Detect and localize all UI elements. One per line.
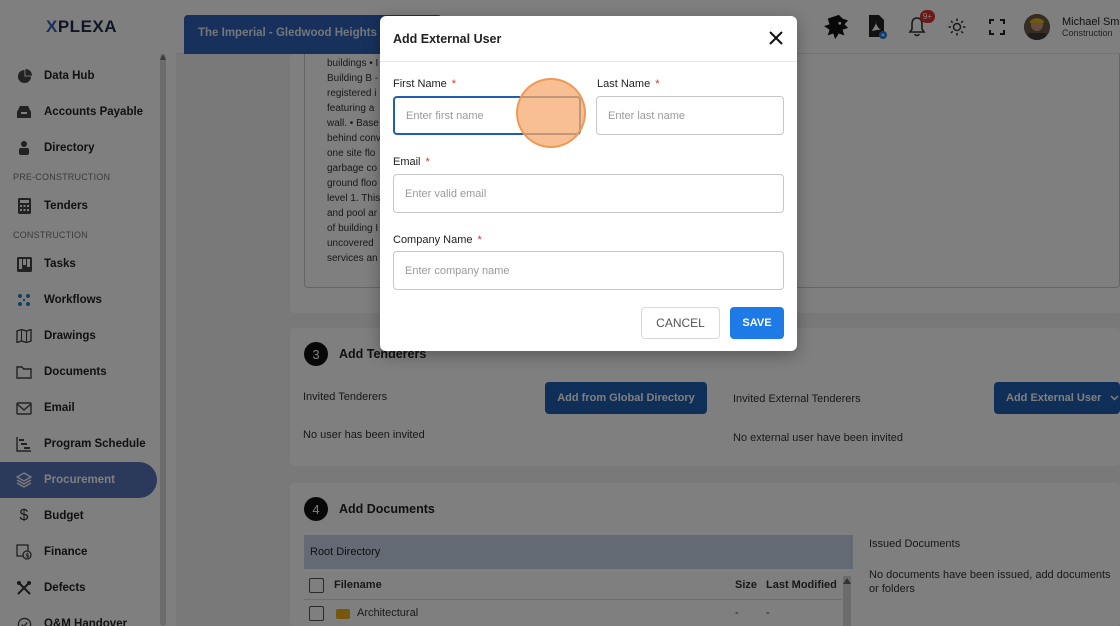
required-mark: * [425,156,430,168]
company-name-field[interactable] [393,251,784,290]
add-external-user-modal: Add External User First Name * Last Name *… [380,16,797,351]
required-mark: * [655,78,660,90]
email-field[interactable] [393,174,784,213]
last-name-label-text: Last Name [597,78,651,90]
required-mark: * [477,234,482,246]
modal-header: Add External User [380,16,797,62]
last-name-label: Last Name * [597,78,659,90]
first-name-label: First Name * [393,78,456,90]
click-indicator [516,78,586,148]
save-button[interactable]: SAVE [730,307,784,339]
company-name-label-text: Company Name [393,234,473,246]
required-mark: * [451,78,457,90]
company-name-label: Company Name * [393,234,482,246]
email-label: Email * [393,156,430,168]
first-name-label-text: First Name [393,78,447,90]
email-label-text: Email [393,156,421,168]
close-icon[interactable] [767,29,785,47]
last-name-field[interactable] [596,96,784,135]
cancel-button[interactable]: CANCEL [641,307,720,339]
modal-title: Add External User [393,32,502,46]
